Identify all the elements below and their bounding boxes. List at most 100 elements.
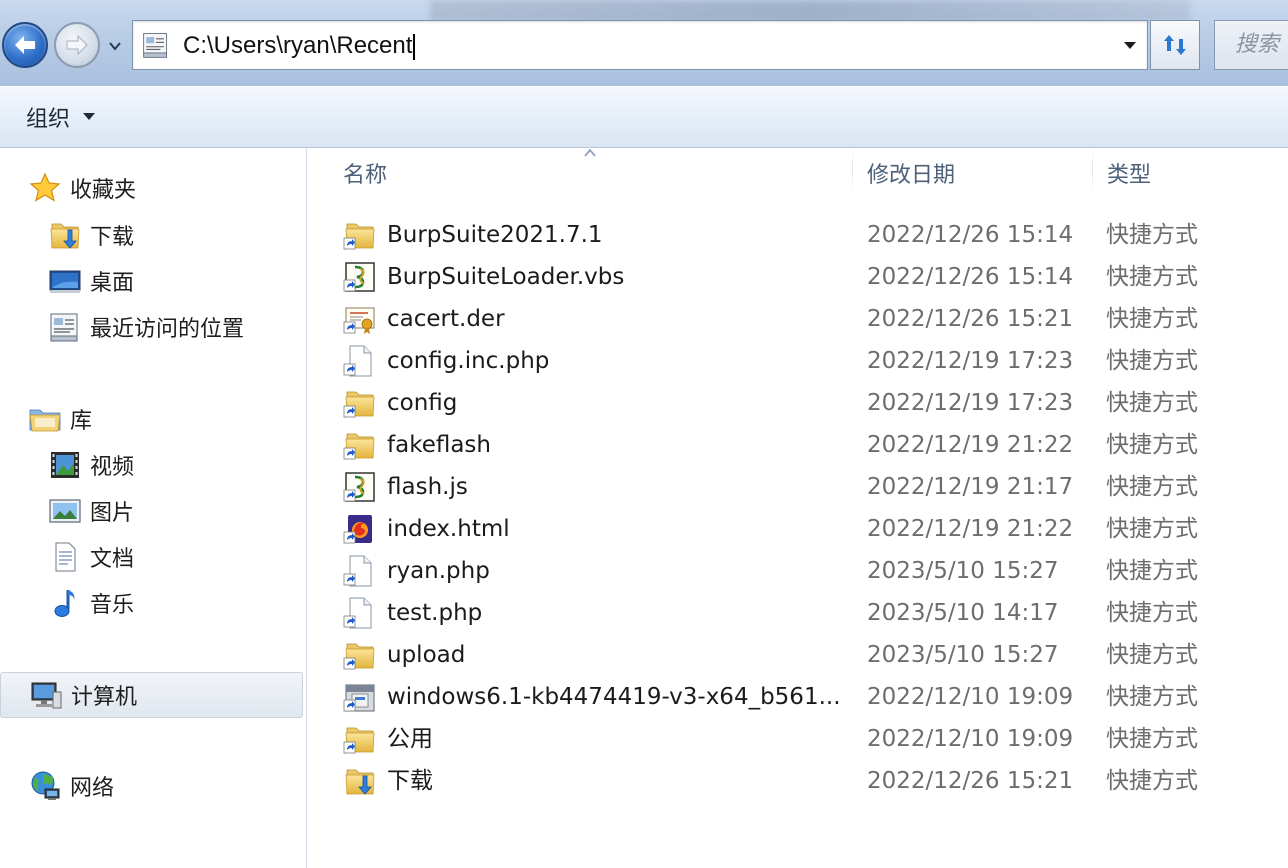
column-header-modified[interactable]: 修改日期	[847, 148, 1091, 204]
address-path-field[interactable]: C:\Users\ryan\Recent	[183, 30, 416, 62]
recent-places-icon	[48, 310, 82, 344]
file-type: 快捷方式	[1106, 432, 1198, 458]
column-headers: 名称 修改日期 类型	[307, 148, 1288, 204]
file-modified-date: 2022/12/10 19:09	[867, 726, 1074, 752]
file-row[interactable]: cacert.der 2022/12/26 15:21 快捷方式	[307, 298, 1288, 340]
arrow-left-icon	[15, 36, 35, 54]
nav-item-recent-places[interactable]: 最近访问的位置	[48, 307, 244, 347]
generic-file-icon	[343, 344, 377, 378]
file-type: 快捷方式	[1106, 600, 1198, 626]
file-name: BurpSuiteLoader.vbs	[387, 264, 625, 290]
file-type: 快捷方式	[1106, 222, 1198, 248]
network-globe-icon	[28, 769, 62, 803]
file-name: cacert.der	[387, 306, 505, 332]
file-row[interactable]: ryan.php 2023/5/10 15:27 快捷方式	[307, 550, 1288, 592]
nav-item-label: 图片	[90, 501, 135, 526]
forward-button[interactable]	[54, 22, 100, 68]
address-path-text: C:\Users\ryan\Recent	[183, 32, 413, 59]
file-name: fakeflash	[387, 432, 491, 458]
file-row[interactable]: config.inc.php 2022/12/19 17:23 快捷方式	[307, 340, 1288, 382]
nav-item-pictures[interactable]: 图片	[48, 491, 134, 531]
refresh-button[interactable]	[1150, 20, 1200, 70]
nav-network[interactable]: 网络	[28, 766, 114, 806]
file-type: 快捷方式	[1106, 684, 1198, 710]
nav-libraries[interactable]: 库	[28, 399, 92, 439]
file-row[interactable]: index.html 2022/12/19 21:22 快捷方式	[307, 508, 1288, 550]
nav-favorites-label: 收藏夹	[70, 178, 137, 203]
back-button[interactable]	[2, 22, 48, 68]
folder-shortcut-icon	[343, 218, 377, 252]
file-name: config.inc.php	[387, 348, 550, 374]
nav-item-desktop[interactable]: 桌面	[48, 261, 134, 301]
computer-icon	[29, 678, 63, 712]
nav-item-videos[interactable]: 视频	[48, 445, 134, 485]
file-name: flash.js	[387, 474, 468, 500]
file-name: 下载	[387, 768, 433, 794]
nav-libraries-label: 库	[70, 409, 93, 434]
nav-item-downloads[interactable]: 下载	[48, 215, 134, 255]
file-modified-date: 2022/12/19 21:22	[867, 516, 1074, 542]
folder-shortcut-icon	[343, 722, 377, 756]
file-name: index.html	[387, 516, 510, 542]
organize-button[interactable]: 组织	[14, 97, 108, 137]
address-bar[interactable]: C:\Users\ryan\Recent	[132, 20, 1148, 70]
installer-package-icon	[343, 680, 377, 714]
file-row[interactable]: BurpSuite2021.7.1 2022/12/26 15:14 快捷方式	[307, 214, 1288, 256]
folder-shortcut-icon	[343, 638, 377, 672]
triangle-down-icon	[83, 113, 96, 120]
command-bar: 组织	[0, 86, 1288, 148]
certificate-file-icon	[343, 302, 377, 336]
file-row[interactable]: 下载 2022/12/26 15:21 快捷方式	[307, 760, 1288, 802]
file-row[interactable]: test.php 2023/5/10 14:17 快捷方式	[307, 592, 1288, 634]
column-header-name[interactable]: 名称	[323, 148, 853, 204]
file-modified-date: 2023/5/10 15:27	[867, 558, 1059, 584]
file-list: 名称 修改日期 类型 BurpSuite2021.7.1 2022/12/26 1…	[307, 148, 1288, 868]
pictures-library-icon	[48, 494, 82, 528]
file-modified-date: 2022/12/26 15:21	[867, 768, 1074, 794]
file-row[interactable]: windows6.1-kb4474419-v3-x64_b561... 2022/…	[307, 676, 1288, 718]
music-library-icon	[48, 586, 82, 620]
nav-favorites[interactable]: 收藏夹	[28, 168, 136, 208]
window-titlebar: C:\Users\ryan\Recent 搜索	[0, 0, 1288, 86]
file-modified-date: 2022/12/19 21:22	[867, 432, 1074, 458]
search-input[interactable]: 搜索	[1214, 20, 1288, 70]
script-file-icon	[343, 260, 377, 294]
file-row[interactable]: BurpSuiteLoader.vbs 2022/12/26 15:14 快捷方式	[307, 256, 1288, 298]
file-name: test.php	[387, 600, 483, 626]
file-row[interactable]: config 2022/12/19 17:23 快捷方式	[307, 382, 1288, 424]
file-type: 快捷方式	[1106, 306, 1198, 332]
address-dropdown-button[interactable]	[1121, 37, 1139, 53]
file-type: 快捷方式	[1106, 558, 1198, 584]
recent-pages-dropdown[interactable]	[106, 38, 124, 54]
file-name: 公用	[387, 726, 433, 752]
nav-computer-label: 计算机	[71, 685, 138, 710]
recent-places-icon	[141, 30, 171, 60]
column-header-type[interactable]: 类型	[1087, 148, 1287, 204]
nav-item-documents[interactable]: 文档	[48, 537, 134, 577]
file-type: 快捷方式	[1106, 642, 1198, 668]
file-type: 快捷方式	[1106, 768, 1198, 794]
text-caret	[413, 33, 416, 60]
script-file-icon	[343, 470, 377, 504]
file-type: 快捷方式	[1106, 474, 1198, 500]
file-row[interactable]: upload 2023/5/10 15:27 快捷方式	[307, 634, 1288, 676]
file-modified-date: 2022/12/26 15:14	[867, 264, 1074, 290]
nav-item-label: 下载	[90, 225, 135, 250]
refresh-arrows-icon	[1164, 35, 1186, 55]
library-folder-icon	[28, 402, 62, 436]
file-modified-date: 2023/5/10 15:27	[867, 642, 1059, 668]
file-modified-date: 2022/12/19 21:17	[867, 474, 1074, 500]
blurred-title-region	[430, 0, 1190, 22]
nav-computer[interactable]: 计算机	[0, 672, 303, 718]
file-name: ryan.php	[387, 558, 490, 584]
file-row[interactable]: fakeflash 2022/12/19 21:22 快捷方式	[307, 424, 1288, 466]
file-row[interactable]: flash.js 2022/12/19 21:17 快捷方式	[307, 466, 1288, 508]
file-modified-date: 2022/12/19 17:23	[867, 390, 1074, 416]
file-row[interactable]: 公用 2022/12/10 19:09 快捷方式	[307, 718, 1288, 760]
navigation-pane: 收藏夹 下载 桌面 最近访问的位置 库 视频 图片 文档 音乐 计算机 网络	[0, 148, 307, 868]
file-modified-date: 2022/12/26 15:21	[867, 306, 1074, 332]
nav-item-music[interactable]: 音乐	[48, 583, 134, 623]
downloads-folder-icon	[48, 218, 82, 252]
file-type: 快捷方式	[1106, 516, 1198, 542]
chevron-down-icon	[109, 42, 121, 51]
